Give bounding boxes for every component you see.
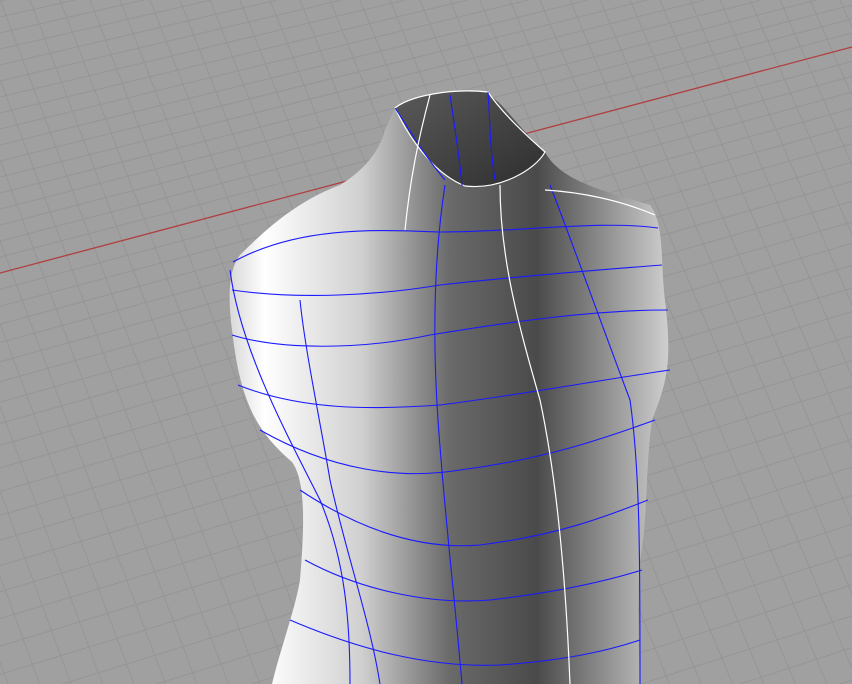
grid-line [0,0,211,50]
grid-line [0,661,9,684]
grid-line [0,0,705,178]
grid-line [641,615,852,684]
grid-line [749,0,852,235]
grid-line [0,0,406,98]
grid-line [0,490,72,684]
grid-line [839,0,852,28]
grid-line [659,0,852,449]
grid-line [840,679,852,684]
grid-line [0,406,103,684]
torso-surface[interactable] [229,91,669,684]
grid-line [0,575,40,684]
grid-line [719,0,852,306]
grid-line [629,0,852,522]
grid-line [0,159,198,684]
grid-line [0,0,342,82]
grid-line [0,0,278,66]
grid-line [809,0,852,96]
viewport-canvas[interactable] [0,0,852,684]
perspective-viewport[interactable] [0,0,852,684]
mannequin-torso[interactable] [229,90,671,684]
grid-line [779,0,852,165]
grid-line [0,240,166,684]
grid-line [0,79,229,684]
grid-line [740,647,852,684]
